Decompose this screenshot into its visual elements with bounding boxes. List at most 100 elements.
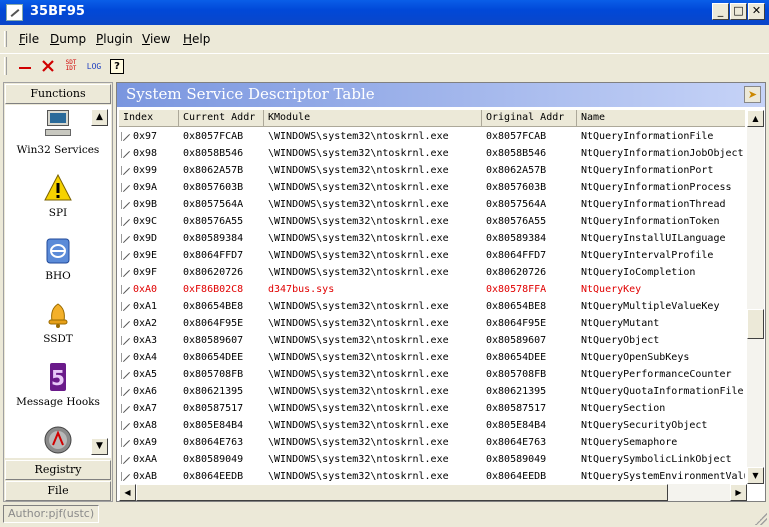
log-button[interactable]: LOG	[84, 56, 104, 76]
table-cell: NtQueryOpenSubKeys	[581, 352, 690, 363]
table-row[interactable]: 0xA9 0x8064E763 \WINDOWS\system32\ntoskrnl…	[119, 434, 745, 451]
warning-icon	[44, 173, 72, 203]
hook-five-icon: 5	[44, 362, 72, 392]
app-icon	[6, 4, 23, 21]
file-tab[interactable]: File	[5, 481, 111, 501]
table-cell: NtQueryInformationProcess	[581, 182, 732, 193]
col-current-addr[interactable]: Current Addr	[179, 110, 264, 127]
vertical-scroll-thumb[interactable]	[747, 309, 764, 339]
pin-icon[interactable]: ➤	[744, 86, 761, 103]
table-row[interactable]: 0x9F 0x80620726 \WINDOWS\system32\ntoskrnl…	[119, 264, 745, 281]
table-row[interactable]: 0xA6 0x80621395 \WINDOWS\system32\ntoskrnl…	[119, 383, 745, 400]
hook-entry-icon	[121, 318, 133, 329]
table-row[interactable]: 0xA7 0x80587517 \WINDOWS\system32\ntoskrnl…	[119, 400, 745, 417]
table-cell: 0x80620726	[183, 267, 244, 278]
table-cell: \WINDOWS\system32\ntoskrnl.exe	[268, 454, 449, 465]
table-cell: NtQueryIoCompletion	[581, 267, 696, 278]
func-item-spi[interactable]: SPI	[5, 173, 111, 219]
table-cell: 0x805E84B4	[183, 420, 244, 431]
menu-plugin[interactable]: Plugin	[96, 32, 133, 46]
table-row[interactable]: 0xA2 0x8064F95E \WINDOWS\system32\ntoskrnl…	[119, 315, 745, 332]
minimize-button[interactable]: _	[712, 3, 729, 20]
resize-grip[interactable]	[755, 513, 767, 525]
table-cell: NtQueryPerformanceCounter	[581, 369, 732, 380]
sdt-idt-button[interactable]: SDT IDT	[61, 56, 81, 76]
col-name[interactable]: Name	[577, 110, 745, 127]
status-author: Author:pjf(ustc)	[3, 505, 100, 523]
func-item-ssdt[interactable]: SSDT	[5, 299, 111, 345]
table-cell: 0xF86B02C8	[183, 284, 244, 295]
table-row[interactable]: 0x98 0x8058B546 \WINDOWS\system32\ntoskrnl…	[119, 145, 745, 162]
table-row[interactable]: 0xA1 0x80654BE8 \WINDOWS\system32\ntoskrnl…	[119, 298, 745, 315]
table-row[interactable]: 0x9A 0x8057603B \WINDOWS\system32\ntoskrnl…	[119, 179, 745, 196]
table-cell: \WINDOWS\system32\ntoskrnl.exe	[268, 352, 449, 363]
table-cell: 0xA3	[133, 335, 158, 346]
scroll-down-button[interactable]: ▼	[747, 467, 764, 484]
scroll-left-button[interactable]: ◀	[119, 484, 136, 501]
table-row[interactable]: 0x9D 0x80589384 \WINDOWS\system32\ntoskrnl…	[119, 230, 745, 247]
func-item-win32-services[interactable]: Win32 Services	[5, 110, 111, 156]
table-row[interactable]: 0x9E 0x8064FFD7 \WINDOWS\system32\ntoskrnl…	[119, 247, 745, 264]
table-row[interactable]: 0x99 0x8062A57B \WINDOWS\system32\ntoskrnl…	[119, 162, 745, 179]
table-cell: 0x9B	[133, 199, 158, 210]
svg-text:5: 5	[51, 366, 65, 390]
table-cell: NtQuerySecurityObject	[581, 420, 708, 431]
table-cell: \WINDOWS\system32\ntoskrnl.exe	[268, 182, 449, 193]
func-item-label: Message Hooks	[16, 396, 100, 408]
functions-scroll-down[interactable]: ▼	[91, 438, 108, 455]
hook-entry-icon	[121, 403, 133, 414]
table-cell: 0x8064EEDB	[183, 471, 244, 482]
col-index[interactable]: Index	[119, 110, 179, 127]
horizontal-scrollbar[interactable]: ◀ ▶	[119, 484, 747, 501]
table-cell: \WINDOWS\system32\ntoskrnl.exe	[268, 301, 449, 312]
table-row[interactable]: 0xA4 0x80654DEE \WINDOWS\system32\ntoskrnl…	[119, 349, 745, 366]
table-row[interactable]: 0xA8 0x805E84B4 \WINDOWS\system32\ntoskrnl…	[119, 417, 745, 434]
table-cell: \WINDOWS\system32\ntoskrnl.exe	[268, 420, 449, 431]
table-cell: 0x98	[133, 148, 158, 159]
table-cell: NtQuerySymbolicLinkObject	[581, 454, 732, 465]
registry-tab[interactable]: Registry	[5, 460, 111, 480]
table-row[interactable]: 0xAA 0x80589049 \WINDOWS\system32\ntoskrnl…	[119, 451, 745, 468]
table-row[interactable]: 0xA0 0xF86B02C8 d347bus.sys 0x80578FFA NtQue…	[119, 281, 745, 298]
functions-panel: Functions ▲ Win32 Services SPI BHO SSDT …	[3, 82, 113, 502]
menu-view[interactable]: View	[142, 32, 170, 46]
func-item-label: SPI	[48, 207, 68, 219]
table-row[interactable]: 0xA5 0x805708FB \WINDOWS\system32\ntoskrnl…	[119, 366, 745, 383]
table-row[interactable]: 0x9C 0x80576A55 \WINDOWS\system32\ntoskrnl…	[119, 213, 745, 230]
toolbar-grip	[4, 57, 7, 75]
menu-dump[interactable]: Dump	[50, 32, 86, 46]
table-cell: NtQueryInformationToken	[581, 216, 720, 227]
close-window-button[interactable]: ✕	[748, 3, 765, 20]
table-cell: \WINDOWS\system32\ntoskrnl.exe	[268, 233, 449, 244]
table-cell: \WINDOWS\system32\ntoskrnl.exe	[268, 165, 449, 176]
hook-entry-icon	[121, 250, 133, 261]
table-cell: 0xA2	[133, 318, 158, 329]
help-button[interactable]: ?	[108, 56, 126, 76]
delete-button[interactable]	[38, 56, 58, 76]
func-item-message-hooks[interactable]: 5 Message Hooks	[5, 362, 111, 408]
table-row[interactable]: 0xA3 0x80589607 \WINDOWS\system32\ntoskrnl…	[119, 332, 745, 349]
vertical-scrollbar[interactable]: ▲ ▼	[747, 110, 764, 484]
menu-file[interactable]: File	[19, 32, 39, 46]
menu-help[interactable]: Help	[183, 32, 210, 46]
minimize-tool-button[interactable]	[15, 56, 35, 76]
col-original-addr[interactable]: Original Addr	[482, 110, 577, 127]
scroll-right-button[interactable]: ▶	[730, 484, 747, 501]
table-cell: 0x80654DEE	[486, 352, 547, 363]
table-cell: 0x8058B546	[486, 148, 547, 159]
scroll-up-button[interactable]: ▲	[747, 110, 764, 127]
computer-icon	[44, 110, 72, 140]
table-cell: 0xA7	[133, 403, 158, 414]
table-row[interactable]: 0x9B 0x8057564A \WINDOWS\system32\ntoskrnl…	[119, 196, 745, 213]
table-row[interactable]: 0xAB 0x8064EEDB \WINDOWS\system32\ntoskrnl…	[119, 468, 745, 484]
table-cell: \WINDOWS\system32\ntoskrnl.exe	[268, 318, 449, 329]
func-item-bho[interactable]: BHO	[5, 236, 111, 282]
horizontal-scroll-thumb[interactable]	[136, 484, 668, 501]
functions-header[interactable]: Functions	[5, 84, 111, 104]
table-cell: 0xA9	[133, 437, 158, 448]
table-cell: 0x80589384	[486, 233, 547, 244]
maximize-button[interactable]: □	[730, 3, 747, 20]
col-kmodule[interactable]: KModule	[264, 110, 482, 127]
table-row[interactable]: 0x97 0x8057FCAB \WINDOWS\system32\ntoskrnl…	[119, 128, 745, 145]
table-cell: 0x8064F95E	[183, 318, 244, 329]
